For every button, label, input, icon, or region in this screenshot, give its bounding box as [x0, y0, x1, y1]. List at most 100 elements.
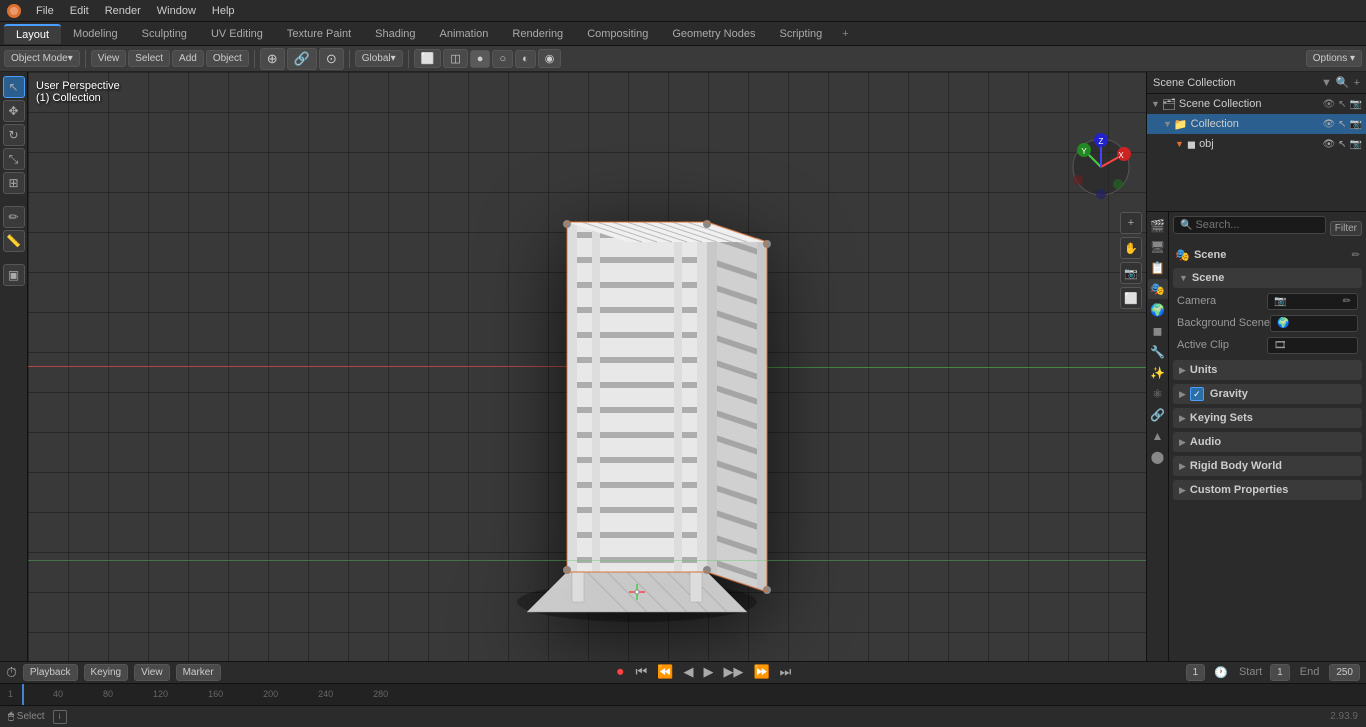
obj-eye-icon[interactable]: 👁	[1322, 139, 1335, 150]
gravity-checkbox[interactable]: ✓	[1190, 387, 1204, 401]
output-props-tab[interactable]: 🖥	[1148, 237, 1168, 257]
world-props-tab[interactable]: 🌍	[1148, 300, 1168, 320]
cursor-tool-btn[interactable]: ↖	[3, 76, 25, 98]
tab-compositing[interactable]: Compositing	[575, 25, 660, 43]
tree-scene-collection[interactable]: ▼ 🗂 Scene Collection 👁 ↖ 📷	[1147, 94, 1366, 114]
blender-logo[interactable]	[4, 1, 24, 21]
start-frame-field[interactable]: 1	[1270, 664, 1290, 681]
play-btn[interactable]: ▶	[703, 664, 713, 680]
keying-sets-header[interactable]: ▶ Keying Sets	[1173, 408, 1362, 428]
snap-btn[interactable]: 🔗	[287, 48, 317, 70]
add-menu-btn[interactable]: Add	[172, 50, 204, 67]
timeline-icon[interactable]: ⏱	[6, 664, 17, 681]
object-mode-dropdown[interactable]: Object Mode ▾	[4, 50, 80, 67]
xray-btn[interactable]: ◫	[443, 49, 467, 68]
physics-props-tab[interactable]: ⚛	[1148, 384, 1168, 404]
prev-keyframe-btn[interactable]: ⏪	[657, 664, 673, 680]
add-cube-btn[interactable]: ▣	[3, 264, 25, 286]
data-props-tab[interactable]: ▲	[1148, 426, 1168, 446]
props-filter-button[interactable]: Filter	[1330, 221, 1362, 236]
next-frame-btn[interactable]: ▶▶	[723, 664, 743, 680]
skip-first-btn[interactable]: ⏮	[636, 664, 648, 680]
obj-render-icon[interactable]: 📷	[1350, 139, 1362, 150]
tab-texture-paint[interactable]: Texture Paint	[275, 25, 363, 43]
obj-cursor-icon[interactable]: ↖	[1338, 139, 1346, 150]
camera-edit-btn[interactable]: ✏	[1343, 296, 1351, 307]
collection-select-icon[interactable]: ↖	[1338, 119, 1346, 130]
marker-btn[interactable]: Marker	[176, 664, 221, 681]
camera-value[interactable]: 📷 ✏	[1267, 293, 1358, 310]
custom-props-header[interactable]: ▶ Custom Properties	[1173, 480, 1362, 500]
render-props-tab[interactable]: 🎬	[1148, 216, 1168, 236]
overlay-btn[interactable]: ⬜	[414, 49, 442, 68]
outliner-search-icon[interactable]: 🔍	[1336, 76, 1350, 89]
current-frame-field[interactable]: 1	[1186, 664, 1206, 681]
tree-collection[interactable]: ▼ 📁 Collection 👁 ↖ 📷	[1147, 114, 1366, 134]
outliner-add-icon[interactable]: +	[1354, 77, 1360, 89]
transform-tool-btn[interactable]: ⊞	[3, 172, 25, 194]
view-btn[interactable]: View	[134, 664, 170, 681]
menu-edit[interactable]: Edit	[62, 3, 97, 19]
menu-window[interactable]: Window	[149, 3, 204, 19]
render-preview-btn[interactable]: ◐	[515, 50, 536, 68]
render-icon[interactable]: 📷	[1350, 99, 1362, 110]
timeline-body[interactable]: 1 40 80 120 160 200 240 280	[0, 684, 1366, 705]
record-btn[interactable]: ⏺	[617, 664, 624, 680]
object-props-tab[interactable]: ◼	[1148, 321, 1168, 341]
outliner-filter-icon[interactable]: ▼	[1321, 77, 1332, 89]
tab-sculpting[interactable]: Sculpting	[130, 25, 199, 43]
rotate-tool-btn[interactable]: ↻	[3, 124, 25, 146]
tab-rendering[interactable]: Rendering	[500, 25, 575, 43]
modifier-props-tab[interactable]: 🔧	[1148, 342, 1168, 362]
eye-icon[interactable]: 👁	[1322, 99, 1335, 110]
wireframe-btn[interactable]: ○	[492, 50, 513, 68]
scale-tool-btn[interactable]: ⤡	[3, 148, 25, 170]
scene-prop-edit-icon[interactable]: ✏	[1352, 249, 1360, 261]
transform-space-dropdown[interactable]: Global ▾	[355, 50, 403, 67]
tab-layout[interactable]: Layout	[4, 24, 61, 44]
tab-scripting[interactable]: Scripting	[767, 25, 834, 43]
rendered-btn[interactable]: ◉	[538, 49, 562, 68]
proportional-btn[interactable]: ⊙	[319, 48, 344, 70]
pan-btn[interactable]: ✋	[1120, 237, 1142, 259]
particles-props-tab[interactable]: ✨	[1148, 363, 1168, 383]
viewport-gizmo[interactable]: X Y Z	[1066, 132, 1136, 202]
frame-selected-btn[interactable]: ⬜	[1120, 287, 1142, 309]
scene-props-tab active[interactable]: 🎭	[1148, 279, 1168, 299]
collection-render-icon[interactable]: 📷	[1350, 119, 1362, 130]
menu-help[interactable]: Help	[204, 3, 243, 19]
props-search-box[interactable]: 🔍	[1173, 216, 1326, 234]
background-scene-value[interactable]: 🌍	[1270, 315, 1358, 332]
annotate-tool-btn[interactable]: ✏	[3, 206, 25, 228]
tab-modeling[interactable]: Modeling	[61, 25, 130, 43]
view-menu-btn[interactable]: View	[91, 50, 127, 67]
tab-animation[interactable]: Animation	[428, 25, 501, 43]
end-frame-field[interactable]: 250	[1329, 664, 1360, 681]
props-search-input[interactable]	[1195, 219, 1318, 231]
tree-obj[interactable]: ▼ ◼ obj 👁 ↖ 📷	[1147, 134, 1366, 154]
select-icon[interactable]: ↖	[1338, 99, 1346, 110]
view-layer-props-tab[interactable]: 📋	[1148, 258, 1168, 278]
tab-uv-editing[interactable]: UV Editing	[199, 25, 275, 43]
camera-view-btn[interactable]: 📷	[1120, 262, 1142, 284]
skip-last-btn[interactable]: ⏭	[780, 664, 792, 680]
transform-btn[interactable]: ⊕	[260, 48, 285, 70]
viewport-3d[interactable]: User Perspective (1) Collection X Y Z	[28, 72, 1146, 661]
tab-shading[interactable]: Shading	[363, 25, 427, 43]
solid-btn[interactable]: ●	[470, 50, 491, 68]
units-header[interactable]: ▶ Units	[1173, 360, 1362, 380]
playback-btn[interactable]: Playback	[23, 664, 78, 681]
move-tool-btn[interactable]: ✥	[3, 100, 25, 122]
audio-header[interactable]: ▶ Audio	[1173, 432, 1362, 452]
prev-frame-btn[interactable]: ◀	[683, 664, 693, 680]
scene-subsection-header[interactable]: ▼ Scene	[1173, 268, 1362, 288]
select-menu-btn[interactable]: Select	[128, 50, 170, 67]
menu-render[interactable]: Render	[97, 3, 149, 19]
material-props-tab[interactable]: ⬤	[1148, 447, 1168, 467]
add-workspace-button[interactable]: +	[834, 25, 856, 43]
gravity-header[interactable]: ▶ ✓ Gravity	[1173, 384, 1362, 404]
keying-btn[interactable]: Keying	[84, 664, 129, 681]
active-clip-value[interactable]: 🎞	[1267, 337, 1358, 354]
constraints-props-tab[interactable]: 🔗	[1148, 405, 1168, 425]
tab-geometry-nodes[interactable]: Geometry Nodes	[660, 25, 767, 43]
